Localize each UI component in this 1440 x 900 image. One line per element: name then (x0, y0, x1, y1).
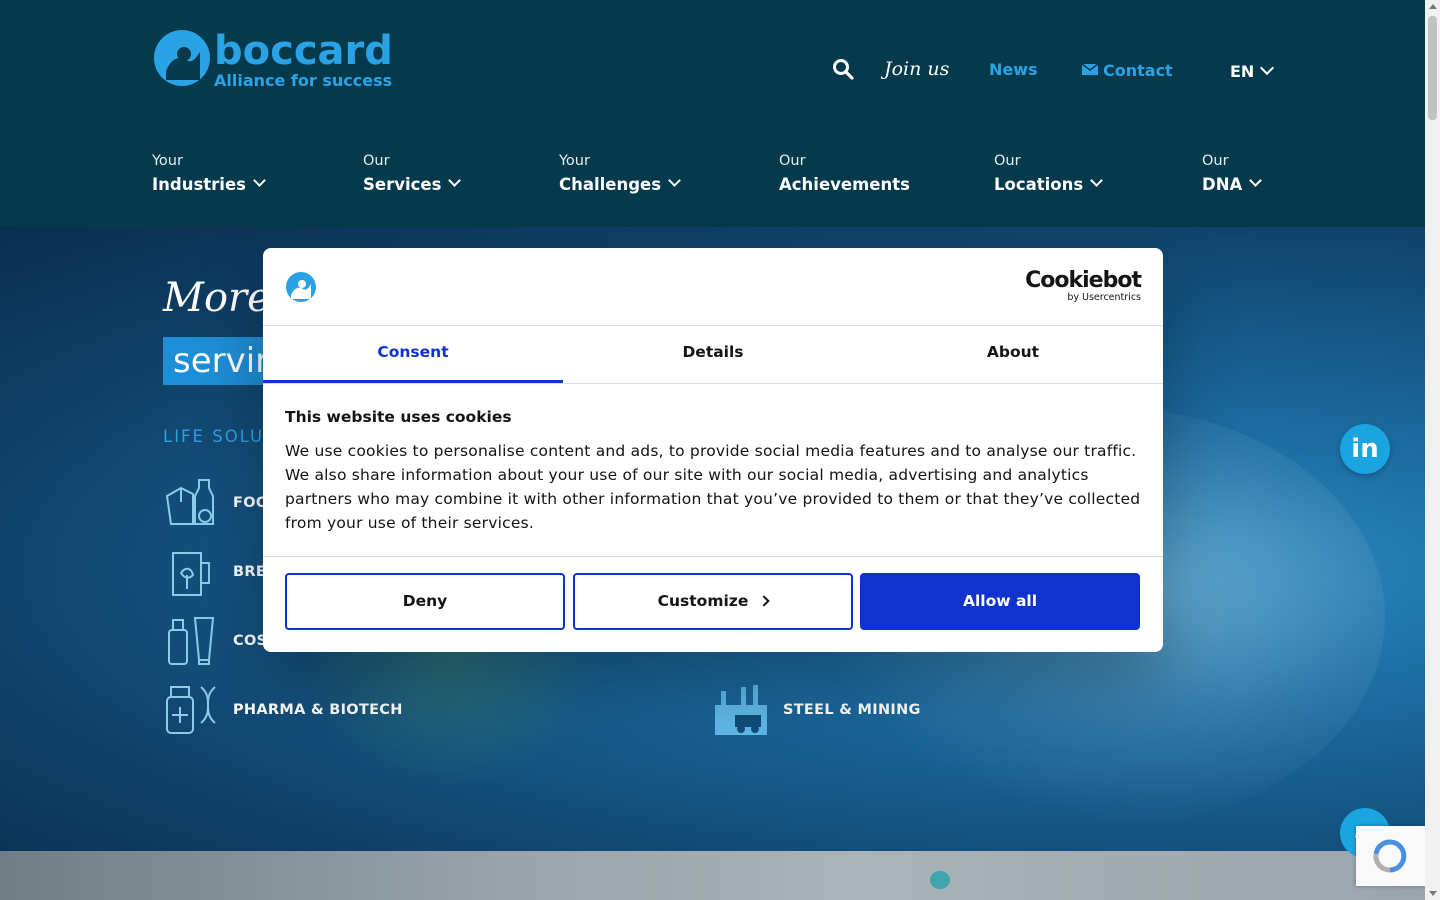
page: boccard Alliance for success Join us New… (0, 0, 1425, 900)
pharma-dna-icon (163, 683, 219, 737)
nav-item-label: Industries (152, 175, 246, 194)
nav-item-label: Services (363, 175, 442, 194)
chevron-down-icon (253, 174, 266, 187)
contact-link[interactable]: Contact (1081, 60, 1173, 80)
industry-food[interactable]: FOO (163, 476, 268, 530)
nav-item-prefix: Our (363, 153, 390, 169)
hero-highlight: servir (163, 337, 280, 385)
search-icon[interactable] (832, 58, 854, 80)
nav-item-prefix: Your (559, 153, 590, 169)
chevron-right-icon (758, 595, 771, 607)
industry-label: BRE (233, 564, 267, 580)
nav-item-label: DNA (1202, 175, 1243, 194)
cookiebot-brand: Cookiebot (1025, 268, 1142, 293)
chevron-down-icon (1249, 174, 1263, 187)
tab-about[interactable]: About (863, 326, 1163, 383)
site-logo-icon (285, 271, 317, 303)
food-packaging-icon (163, 476, 219, 530)
cosmetics-bottles-icon (163, 614, 219, 668)
nav-item-industries[interactable]: Your Industries (152, 153, 266, 194)
industry-label: STEEL & MINING (783, 702, 921, 718)
language-label: EN (1230, 62, 1255, 81)
next-section-preview (0, 851, 1425, 900)
chevron-down-icon (448, 174, 462, 187)
industry-steel-mining[interactable]: STEEL & MINING (713, 683, 921, 737)
chevron-down-icon (1260, 60, 1275, 76)
main-nav: Your Industries Our Services Your Challe… (0, 153, 1425, 203)
dialog-tabs: Consent Details About (263, 326, 1163, 384)
cookie-consent-dialog: Cookiebot by Usercentrics Consent Detail… (263, 248, 1163, 652)
customize-button[interactable]: Customize (573, 573, 853, 630)
join-us-link[interactable]: Join us (884, 58, 949, 80)
decorative-dot (930, 871, 950, 889)
tab-consent[interactable]: Consent (263, 326, 563, 383)
cookiebot-logo[interactable]: Cookiebot by Usercentrics (1025, 268, 1142, 304)
nav-item-challenges[interactable]: Your Challenges (559, 153, 681, 194)
nav-item-achievements[interactable]: Our Achievements (779, 153, 910, 194)
deny-button[interactable]: Deny (285, 573, 565, 630)
recaptcha-badge[interactable] (1356, 826, 1425, 886)
scrollbar-thumb[interactable] (1428, 16, 1437, 120)
allow-all-button[interactable]: Allow all (860, 573, 1140, 630)
nav-item-locations[interactable]: Our Locations (994, 153, 1104, 194)
page-scrollbar[interactable] (1425, 0, 1440, 900)
nav-item-prefix: Our (1202, 153, 1229, 169)
nav-item-label: Locations (994, 175, 1084, 194)
industry-pharma-biotech[interactable]: PHARMA & BIOTECH (163, 683, 403, 737)
nav-item-label: Challenges (559, 175, 662, 194)
top-nav: Join us News Contact EN (0, 58, 1425, 88)
hero-subtitle: LIFE SOLU (163, 427, 265, 446)
mail-icon (1081, 60, 1099, 75)
beer-mug-icon (163, 545, 219, 599)
contact-label: Contact (1103, 61, 1173, 80)
industry-brewery[interactable]: BRE (163, 545, 266, 599)
news-link[interactable]: News (989, 60, 1038, 79)
chevron-down-icon (1090, 174, 1104, 187)
nav-item-dna[interactable]: Our DNA (1202, 153, 1263, 194)
nav-item-prefix: Our (779, 153, 806, 169)
nav-item-prefix: Your (152, 153, 183, 169)
dialog-header: Cookiebot by Usercentrics (263, 248, 1163, 326)
site-header: boccard Alliance for success Join us New… (0, 0, 1425, 227)
dialog-title: This website uses cookies (285, 408, 512, 426)
industry-cosmetics[interactable]: COS (163, 614, 267, 668)
language-select[interactable]: EN (1230, 60, 1275, 81)
nav-item-prefix: Our (994, 153, 1021, 169)
scroll-up-arrow-icon[interactable] (1429, 4, 1437, 9)
scroll-down-arrow-icon[interactable] (1429, 891, 1437, 896)
cookiebot-sub: by Usercentrics (1067, 292, 1141, 303)
dialog-text: We use cookies to personalise content an… (285, 442, 1141, 532)
nav-item-services[interactable]: Our Services (363, 153, 462, 194)
linkedin-icon[interactable]: in (1340, 424, 1390, 474)
tab-details[interactable]: Details (563, 326, 863, 383)
dialog-body: This website uses cookies We use cookies… (285, 408, 1141, 535)
dialog-footer: Deny Customize Allow all (263, 556, 1163, 652)
nav-item-label: Achievements (779, 175, 910, 194)
industry-label: PHARMA & BIOTECH (233, 702, 403, 718)
steel-factory-icon (713, 683, 769, 737)
customize-label: Customize (657, 592, 749, 610)
chevron-down-icon (668, 174, 681, 187)
